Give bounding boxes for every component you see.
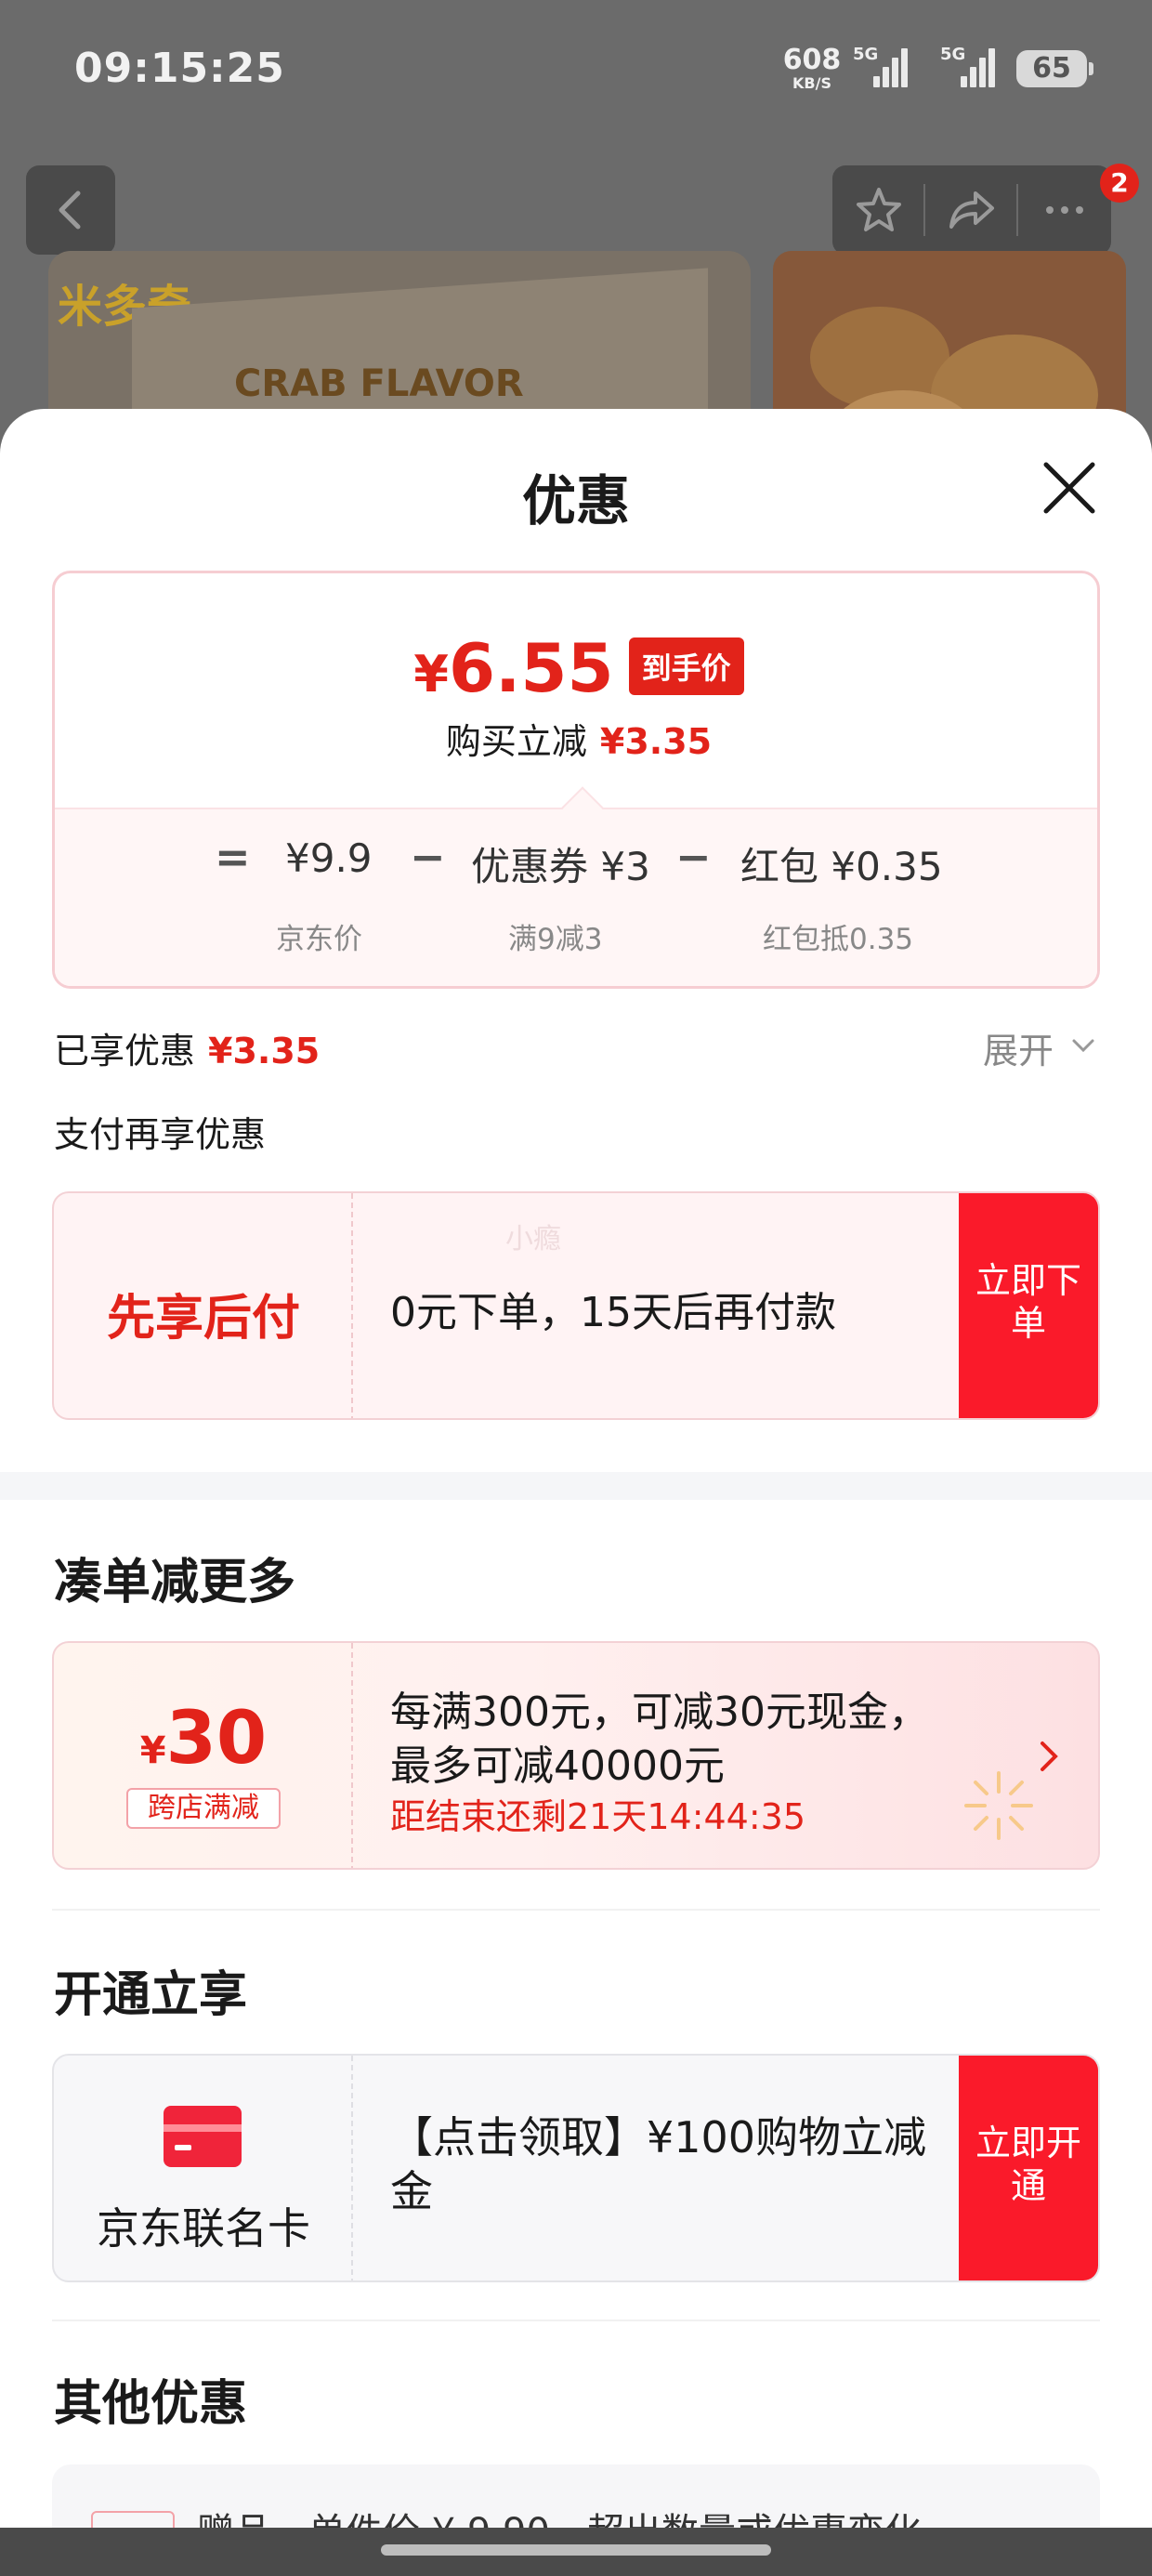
breakdown-red-packet: 红包 ¥0.35 <box>740 844 943 889</box>
sheet-title: 优惠 <box>521 469 630 532</box>
discount-sheet: 优惠 ¥6.55 到手价 购买立减 ¥3.35 = ¥9.9 京东价 − 优惠券 ¥… <box>0 409 1152 2576</box>
battery-icon: 65 <box>1016 50 1093 87</box>
product-flavor-text: CRAB FLAVOR <box>234 362 524 405</box>
coupon-value: 30 <box>165 1697 268 1781</box>
top-action-bar <box>832 165 1111 255</box>
breakdown-coupon: 优惠券 ¥3 <box>471 844 650 889</box>
enjoyed-discount-amount: ¥3.35 <box>208 1031 321 1071</box>
close-icon[interactable] <box>1039 457 1100 519</box>
expand-label: 展开 <box>983 1031 1054 1071</box>
network-speed-unit: KB/S <box>792 74 831 92</box>
status-bar: 09:15:25 608 KB/S 5G 5G 65 <box>0 0 1152 139</box>
breakdown-jd-price: ¥9.9 <box>285 835 373 881</box>
coupon-amount: ¥30 <box>54 1697 353 1781</box>
chevron-right-icon <box>1041 1741 1058 1771</box>
final-price-currency: ¥ <box>413 645 449 703</box>
order-now-button[interactable]: 立即下单 <box>959 1193 1098 1418</box>
system-navigation-bar <box>0 2528 1152 2576</box>
credit-card-icon <box>164 2106 242 2167</box>
coupon-currency: ¥ <box>139 1729 166 1772</box>
action-divider <box>923 184 925 236</box>
chevron-down-icon <box>1072 1039 1094 1053</box>
final-price-value: 6.55 <box>448 629 614 707</box>
section-title-more-savings: 凑单减更多 <box>54 1555 296 1610</box>
price-summary-card: ¥6.55 到手价 购买立减 ¥3.35 = ¥9.9 京东价 − 优惠券 ¥3 满… <box>52 571 1100 989</box>
star-icon[interactable] <box>853 184 905 236</box>
home-indicator[interactable] <box>381 2544 771 2556</box>
instant-discount-label: 购买立减 <box>445 721 587 762</box>
more-icon[interactable] <box>1039 184 1091 236</box>
divider <box>52 2320 1100 2321</box>
network-speed-value: 608 <box>782 44 842 76</box>
divider <box>52 1909 1100 1911</box>
network-speed: 608 KB/S <box>782 46 842 91</box>
bnpl-title: 先享后付 <box>106 1291 300 1347</box>
final-price-tag: 到手价 <box>628 637 744 695</box>
section-divider <box>0 1472 1152 1500</box>
cross-store-coupon-card[interactable]: ¥30 跨店满减 每满300元，可减30元现金， 最多可减40000元 距结束还… <box>52 1641 1100 1870</box>
breakdown-jd-price-note: 京东价 <box>276 923 362 956</box>
breakdown-operator: − <box>410 832 446 882</box>
cart-count-badge: 2 <box>1100 164 1139 203</box>
breakdown-operator: − <box>675 832 712 882</box>
bnpl-description: 0元下单，15天后再付款 <box>390 1289 836 1336</box>
product-page-background: 09:15:25 608 KB/S 5G 5G 65 2 米多奇 CRAB FL… <box>0 0 1152 465</box>
expand-button[interactable]: 展开 <box>983 1022 1094 1073</box>
breakdown-red-packet-note: 红包抵0.35 <box>763 923 914 956</box>
enjoyed-discount-label: 已享优惠 <box>54 1031 196 1071</box>
coupon-type-tag: 跨店满减 <box>126 1788 281 1829</box>
bnpl-card[interactable]: 先享后付 小瘾 0元下单，15天后再付款 立即下单 <box>52 1191 1100 1420</box>
coupon-countdown: 距结束还剩21天14:44:35 <box>390 1796 806 1837</box>
breakdown-operator: = <box>215 832 251 882</box>
status-time: 09:15:25 <box>74 45 285 92</box>
coupon-rule-line1: 每满300元，可减30元现金， <box>390 1689 929 1736</box>
section-title-other-offers: 其他优惠 <box>54 2376 248 2432</box>
jd-cobrand-card[interactable]: 京东联名卡 【点击领取】¥100购物立减金 立即开通 <box>52 2054 1100 2282</box>
instant-discount-amount: ¥3.35 <box>599 721 713 762</box>
action-divider <box>1016 184 1018 236</box>
watermark-text: 小瘾 <box>505 1223 561 1255</box>
jd-card-label: 京东联名卡 <box>97 2203 310 2254</box>
instant-discount: 购买立减 ¥3.35 <box>55 713 1097 764</box>
jd-card-description: 【点击领取】¥100购物立减金 <box>390 2112 927 2216</box>
open-now-button[interactable]: 立即开通 <box>959 2056 1098 2280</box>
breakdown-coupon-note: 满9减3 <box>508 923 603 956</box>
section-title-open-now: 开通立享 <box>54 1967 248 2023</box>
back-icon <box>59 191 81 230</box>
jd-card-left: 京东联名卡 <box>54 2056 353 2280</box>
sparkle-decoration-icon <box>964 1771 1033 1840</box>
bnpl-card-left: 先享后付 <box>54 1193 353 1418</box>
coupon-card-left: ¥30 跨店满减 <box>54 1643 353 1868</box>
enjoyed-discount: 已享优惠 ¥3.35 <box>54 1022 320 1073</box>
coupon-rule-line2: 最多可减40000元 <box>390 1742 725 1790</box>
back-button[interactable] <box>26 165 115 255</box>
share-icon[interactable] <box>946 184 998 236</box>
final-price: ¥6.55 到手价 <box>55 629 1097 707</box>
pay-more-discount-label: 支付再享优惠 <box>54 1114 267 1155</box>
